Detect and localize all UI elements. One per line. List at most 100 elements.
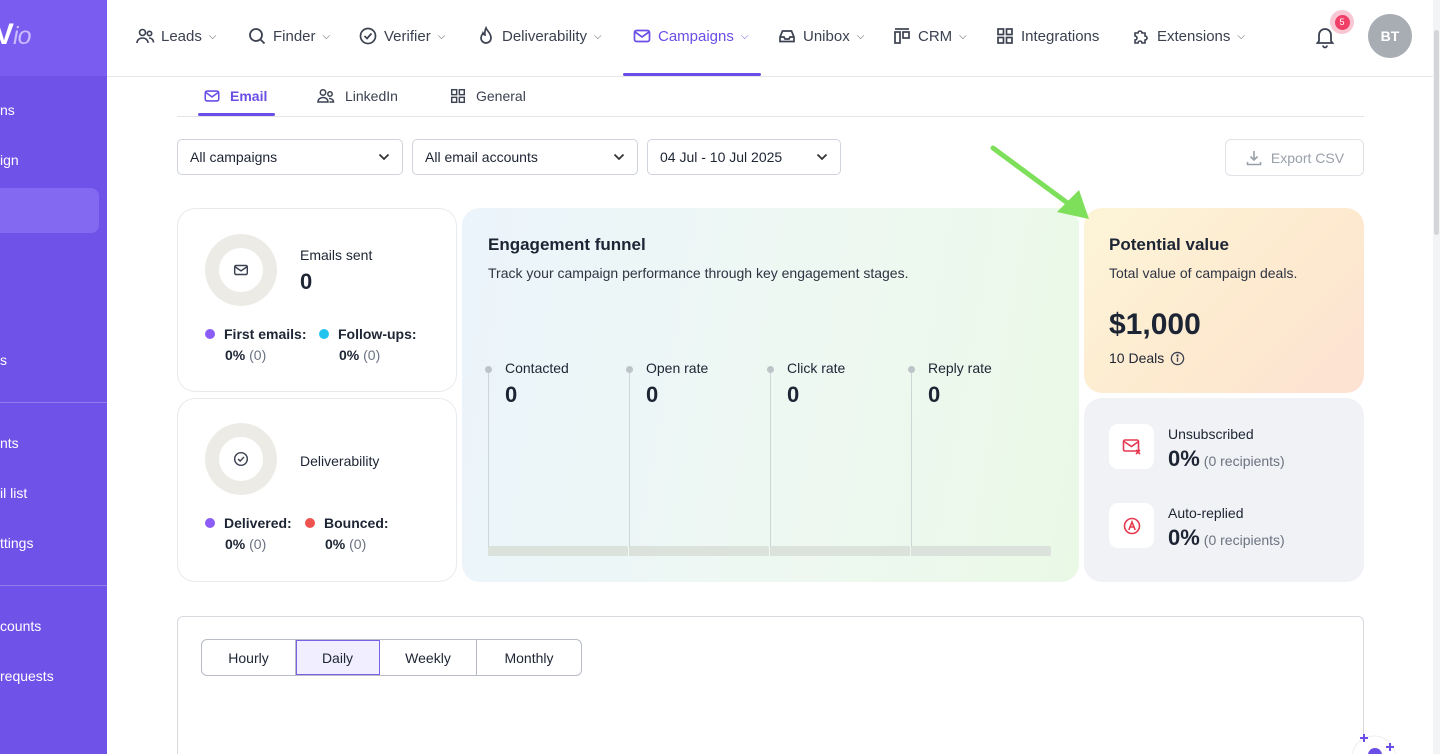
deals-label: 10 Deals xyxy=(1109,350,1165,366)
potential-value-amount: $1,000 xyxy=(1109,308,1201,341)
stage-value: 0 xyxy=(646,382,659,407)
logo-area: Vio xyxy=(0,0,107,76)
nav-leads-label: Leads xyxy=(161,27,202,45)
chevron-down-icon: ⌵ xyxy=(322,30,331,42)
grid-icon xyxy=(995,26,1015,46)
followups-legend: Follow-ups: xyxy=(319,326,417,342)
sidebar-item-templates[interactable]: s xyxy=(0,352,7,368)
tab-email[interactable]: Email xyxy=(203,77,267,115)
tab-general[interactable]: General xyxy=(449,77,526,115)
timeline-chart-panel: Hourly Daily Weekly Monthly xyxy=(177,616,1364,754)
funnel-title: Engagement funnel xyxy=(488,235,646,254)
sidebar-item-requests[interactable]: requests xyxy=(0,668,54,684)
nav-active-underline xyxy=(623,73,761,76)
mail-icon xyxy=(204,90,220,102)
bounced-dot xyxy=(305,518,315,528)
nav-crm[interactable]: CRM ⌵ xyxy=(892,24,967,48)
notification-badge: 5 xyxy=(1330,10,1354,34)
scrollbar-thumb[interactable] xyxy=(1434,30,1439,235)
delivered-label: Delivered: xyxy=(224,515,292,531)
nav-integrations[interactable]: Integrations xyxy=(995,24,1099,48)
nav-leads[interactable]: Leads ⌵ xyxy=(135,24,216,48)
stage-label: Contacted xyxy=(505,360,569,376)
top-nav: Leads ⌵ Finder ⌵ Verifier ⌵ Deliverability ⌵… xyxy=(107,0,1433,77)
sidebar-active-highlight xyxy=(0,188,99,233)
nav-crm-label: CRM xyxy=(918,27,953,45)
deliverability-label: Deliverability xyxy=(300,453,380,469)
stage-value: 0 xyxy=(928,382,941,407)
sidebar-item-campaigns[interactable]: ns xyxy=(0,102,15,118)
export-csv-button[interactable]: Export CSV xyxy=(1225,139,1364,176)
sidebar-divider xyxy=(0,402,107,403)
tab-general-label: General xyxy=(476,88,526,104)
funnel-subtitle: Track your campaign performance through … xyxy=(488,265,909,281)
granularity-daily[interactable]: Daily xyxy=(296,640,380,675)
avatar[interactable]: BT xyxy=(1368,14,1412,58)
potential-value-subtitle: Total value of campaign deals. xyxy=(1109,265,1298,281)
potential-value-card: Potential value Total value of campaign … xyxy=(1084,208,1364,393)
sidebar: Vio ns ign s nts il list ttings counts r… xyxy=(0,0,107,754)
potential-value-title: Potential value xyxy=(1109,235,1229,254)
notification-count: 5 xyxy=(1334,14,1350,30)
stage-line xyxy=(770,370,771,556)
followups-dot xyxy=(319,329,329,339)
email-accounts-select[interactable]: All email accounts xyxy=(412,139,638,175)
nav-deliverability[interactable]: Deliverability ⌵ xyxy=(476,24,602,48)
date-range-select[interactable]: 04 Jul - 10 Jul 2025 xyxy=(647,139,841,175)
first-emails-legend: First emails: xyxy=(205,326,306,342)
followups-label: Follow-ups: xyxy=(338,326,417,342)
delivered-dot xyxy=(205,518,215,528)
inbox-icon xyxy=(777,26,797,46)
granularity-weekly[interactable]: Weekly xyxy=(380,640,477,675)
granularity-toggle: Hourly Daily Weekly Monthly xyxy=(201,639,582,676)
first-emails-value: 0% (0) xyxy=(225,347,267,363)
check-circle-icon xyxy=(233,451,249,467)
campaign-select-value: All campaigns xyxy=(190,149,278,165)
bounced-label: Bounced: xyxy=(324,515,389,531)
nav-verifier[interactable]: Verifier ⌵ xyxy=(358,24,445,48)
funnel-stage-click-rate: Click rate 0 xyxy=(744,358,910,558)
campaign-select[interactable]: All campaigns xyxy=(177,139,403,175)
auto-replied-label: Auto-replied xyxy=(1168,505,1244,521)
sidebar-item-new-campaign[interactable]: ign xyxy=(0,152,19,168)
grid-icon xyxy=(450,88,466,104)
chevron-down-icon xyxy=(816,153,828,161)
auto-replied-value: 0% (0 recipients) xyxy=(1168,525,1285,550)
engagement-funnel-card: Engagement funnel Track your campaign pe… xyxy=(462,208,1079,582)
sidebar-item-email-accounts[interactable]: counts xyxy=(0,618,41,634)
granularity-monthly[interactable]: Monthly xyxy=(477,640,581,675)
info-icon[interactable] xyxy=(1170,351,1185,366)
email-accounts-select-value: All email accounts xyxy=(425,149,538,165)
stage-label: Click rate xyxy=(787,360,846,376)
nav-unibox-label: Unibox xyxy=(803,27,850,45)
mail-icon xyxy=(632,26,652,46)
sidebar-item-settings[interactable]: ttings xyxy=(0,535,33,551)
nav-finder[interactable]: Finder ⌵ xyxy=(247,24,330,48)
tab-linkedin[interactable]: LinkedIn xyxy=(316,77,398,115)
stage-bar xyxy=(911,546,1051,556)
nav-integrations-label: Integrations xyxy=(1021,27,1100,45)
nav-campaigns[interactable]: Campaigns ⌵ xyxy=(632,24,748,48)
nav-extensions[interactable]: Extensions ⌵ xyxy=(1131,24,1245,48)
app-logo[interactable]: Vio xyxy=(0,18,32,52)
stage-label: Reply rate xyxy=(928,360,992,376)
subtabs: Email LinkedIn General xyxy=(177,77,1364,117)
deliverability-ring xyxy=(205,423,277,495)
granularity-hourly[interactable]: Hourly xyxy=(202,640,296,675)
funnel-stage-open-rate: Open rate 0 xyxy=(603,358,769,558)
subtab-active-underline xyxy=(198,113,275,116)
page-scrollbar[interactable] xyxy=(1433,0,1440,754)
stage-line xyxy=(488,370,489,556)
nav-verifier-label: Verifier xyxy=(384,27,431,45)
unsubscribe-stats-card: Unsubscribed 0% (0 recipients) Auto-repli… xyxy=(1084,398,1364,582)
date-range-value: 04 Jul - 10 Jul 2025 xyxy=(660,149,783,165)
bounced-legend: Bounced: xyxy=(305,515,389,531)
sidebar-item-email-list[interactable]: il list xyxy=(0,485,27,501)
stage-dot xyxy=(485,366,492,373)
nav-unibox[interactable]: Unibox ⌵ xyxy=(777,24,864,48)
nav-extensions-label: Extensions xyxy=(1157,27,1231,45)
download-icon xyxy=(1246,150,1262,165)
sparkle-fab-icon[interactable] xyxy=(1342,728,1402,754)
stage-value: 0 xyxy=(787,382,800,407)
sidebar-item-accounts[interactable]: nts xyxy=(0,435,19,451)
